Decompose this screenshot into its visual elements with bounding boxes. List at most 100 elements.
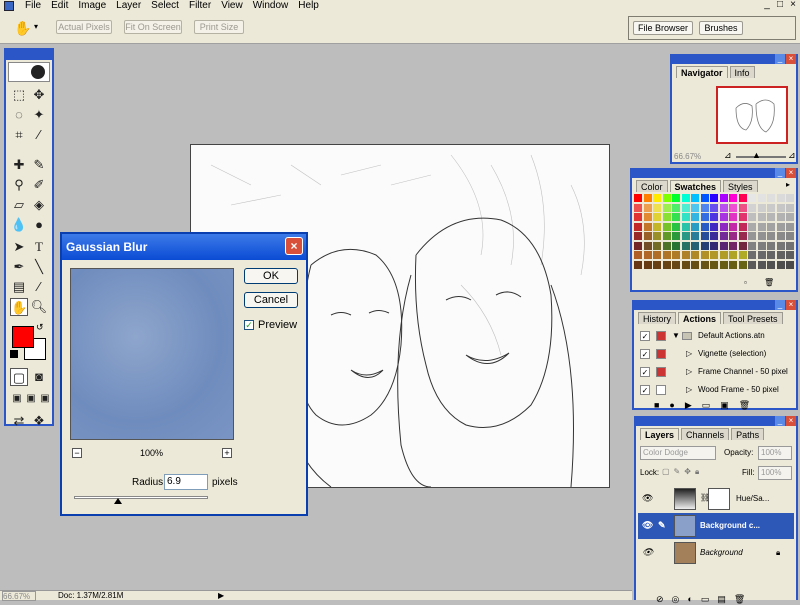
- swatch-cell[interactable]: [738, 260, 747, 269]
- layer-row[interactable]: 👁︎ Background 🔒︎: [638, 540, 794, 566]
- swatch-cell[interactable]: [738, 194, 747, 202]
- tool-preset-arrow-icon[interactable]: ▾: [34, 22, 38, 31]
- dialog-toggle-box[interactable]: [656, 385, 666, 395]
- slice-tool-icon[interactable]: ⁄: [30, 126, 48, 144]
- panel-minimize-button[interactable]: _: [775, 300, 785, 310]
- swatch-cell[interactable]: [662, 241, 671, 250]
- action-row[interactable]: ✓ ▷ Vignette (selection): [636, 346, 794, 362]
- tab-channels[interactable]: Channels: [681, 428, 730, 440]
- navigator-slider-handle-icon[interactable]: ▲: [752, 150, 761, 160]
- expand-triangle-icon[interactable]: ▷: [686, 346, 692, 362]
- swatch-cell[interactable]: [691, 222, 699, 231]
- swatch-cell[interactable]: [710, 222, 718, 231]
- delete-swatch-icon[interactable]: 🗑︎: [764, 278, 774, 287]
- dialog-close-button[interactable]: ×: [285, 237, 303, 255]
- swatch-cell[interactable]: [767, 194, 775, 202]
- swatch-cell[interactable]: [672, 241, 680, 250]
- swatch-cell[interactable]: [719, 241, 728, 250]
- swatch-cell[interactable]: [729, 194, 737, 202]
- brushes-tab[interactable]: Brushes: [699, 21, 743, 35]
- swatch-cell[interactable]: [700, 260, 709, 269]
- swatch-cell[interactable]: [757, 222, 766, 231]
- swatch-cell[interactable]: [786, 260, 794, 269]
- print-size-button[interactable]: Print Size: [194, 20, 244, 34]
- swatch-cell[interactable]: [757, 203, 766, 212]
- swatch-cell[interactable]: [662, 194, 671, 202]
- swatch-grid[interactable]: [632, 194, 796, 274]
- swatch-cell[interactable]: [767, 260, 775, 269]
- swatch-cell[interactable]: [653, 241, 661, 250]
- tab-tool-presets[interactable]: Tool Presets: [723, 312, 783, 324]
- expand-triangle-icon[interactable]: ▷: [686, 382, 692, 398]
- toggle-checkbox[interactable]: ✓: [640, 331, 650, 341]
- swatch-cell[interactable]: [748, 203, 756, 212]
- swatch-cell[interactable]: [786, 241, 794, 250]
- swatch-cell[interactable]: [700, 194, 709, 202]
- blur-tool-icon[interactable]: 💧: [10, 216, 28, 234]
- visibility-eye-icon[interactable]: 👁︎: [642, 520, 653, 530]
- default-colors-icon[interactable]: [10, 350, 18, 358]
- swatch-cell[interactable]: [748, 213, 756, 221]
- swatch-cell[interactable]: [748, 241, 756, 250]
- type-tool-icon[interactable]: T: [30, 238, 48, 256]
- swatch-cell[interactable]: [748, 222, 756, 231]
- swatch-cell[interactable]: [757, 194, 766, 202]
- navigator-zoom-out-icon[interactable]: ⊿: [724, 150, 732, 161]
- swatch-cell[interactable]: [691, 213, 699, 221]
- eyedropper-tool-icon[interactable]: ⁄: [30, 278, 48, 296]
- swatch-cell[interactable]: [662, 222, 671, 231]
- swatch-cell[interactable]: [729, 260, 737, 269]
- swatch-cell[interactable]: [634, 241, 642, 250]
- swatch-cell[interactable]: [776, 222, 785, 231]
- swatch-cell[interactable]: [662, 251, 671, 259]
- swatch-cell[interactable]: [719, 203, 728, 212]
- brush-tool-icon[interactable]: ✎: [30, 156, 48, 174]
- swatch-cell[interactable]: [738, 251, 747, 259]
- swatch-cell[interactable]: [643, 232, 652, 240]
- swatch-cell[interactable]: [767, 251, 775, 259]
- swatch-cell[interactable]: [786, 213, 794, 221]
- swatch-cell[interactable]: [653, 251, 661, 259]
- swatch-cell[interactable]: [710, 194, 718, 202]
- tab-navigator[interactable]: Navigator: [676, 66, 728, 78]
- swatch-cell[interactable]: [672, 260, 680, 269]
- swatch-cell[interactable]: [710, 251, 718, 259]
- menu-edit[interactable]: Edit: [46, 1, 73, 11]
- action-set-row[interactable]: ✓ ▼ Default Actions.atn: [636, 328, 794, 344]
- panel-minimize-button[interactable]: _: [775, 416, 785, 426]
- menu-layer[interactable]: Layer: [111, 1, 146, 11]
- imageready-icon[interactable]: ❖: [30, 412, 48, 430]
- swatch-cell[interactable]: [662, 260, 671, 269]
- swatch-cell[interactable]: [729, 251, 737, 259]
- swatch-cell[interactable]: [719, 222, 728, 231]
- swatch-cell[interactable]: [776, 260, 785, 269]
- swatch-cell[interactable]: [776, 194, 785, 202]
- toggle-checkbox[interactable]: ✓: [640, 349, 650, 359]
- swatch-cell[interactable]: [710, 213, 718, 221]
- swatch-cell[interactable]: [748, 251, 756, 259]
- lasso-tool-icon[interactable]: ◌: [10, 106, 28, 124]
- swatch-cell[interactable]: [681, 251, 690, 259]
- zoom-out-button[interactable]: −: [72, 448, 82, 458]
- swatch-cell[interactable]: [757, 260, 766, 269]
- swatch-cell[interactable]: [738, 241, 747, 250]
- swatch-cell[interactable]: [719, 260, 728, 269]
- fill-input[interactable]: 100%: [758, 466, 792, 480]
- minimize-button[interactable]: _: [762, 0, 772, 10]
- swatch-cell[interactable]: [653, 194, 661, 202]
- swatch-cell[interactable]: [634, 213, 642, 221]
- dialog-toggle-box[interactable]: [656, 349, 666, 359]
- swatch-cell[interactable]: [776, 232, 785, 240]
- swatch-cell[interactable]: [634, 232, 642, 240]
- actual-pixels-button[interactable]: Actual Pixels: [56, 20, 112, 34]
- panel-close-button[interactable]: ×: [786, 416, 796, 426]
- tab-swatches[interactable]: Swatches: [669, 180, 722, 192]
- dialog-toggle-box[interactable]: [656, 331, 666, 341]
- swatch-cell[interactable]: [710, 232, 718, 240]
- panel-minimize-button[interactable]: _: [775, 168, 785, 178]
- visibility-eye-icon[interactable]: 👁︎: [642, 493, 653, 503]
- panel-close-button[interactable]: ×: [786, 54, 796, 64]
- menu-image[interactable]: Image: [73, 1, 111, 11]
- swatch-cell[interactable]: [786, 203, 794, 212]
- close-window-button[interactable]: ×: [788, 0, 798, 10]
